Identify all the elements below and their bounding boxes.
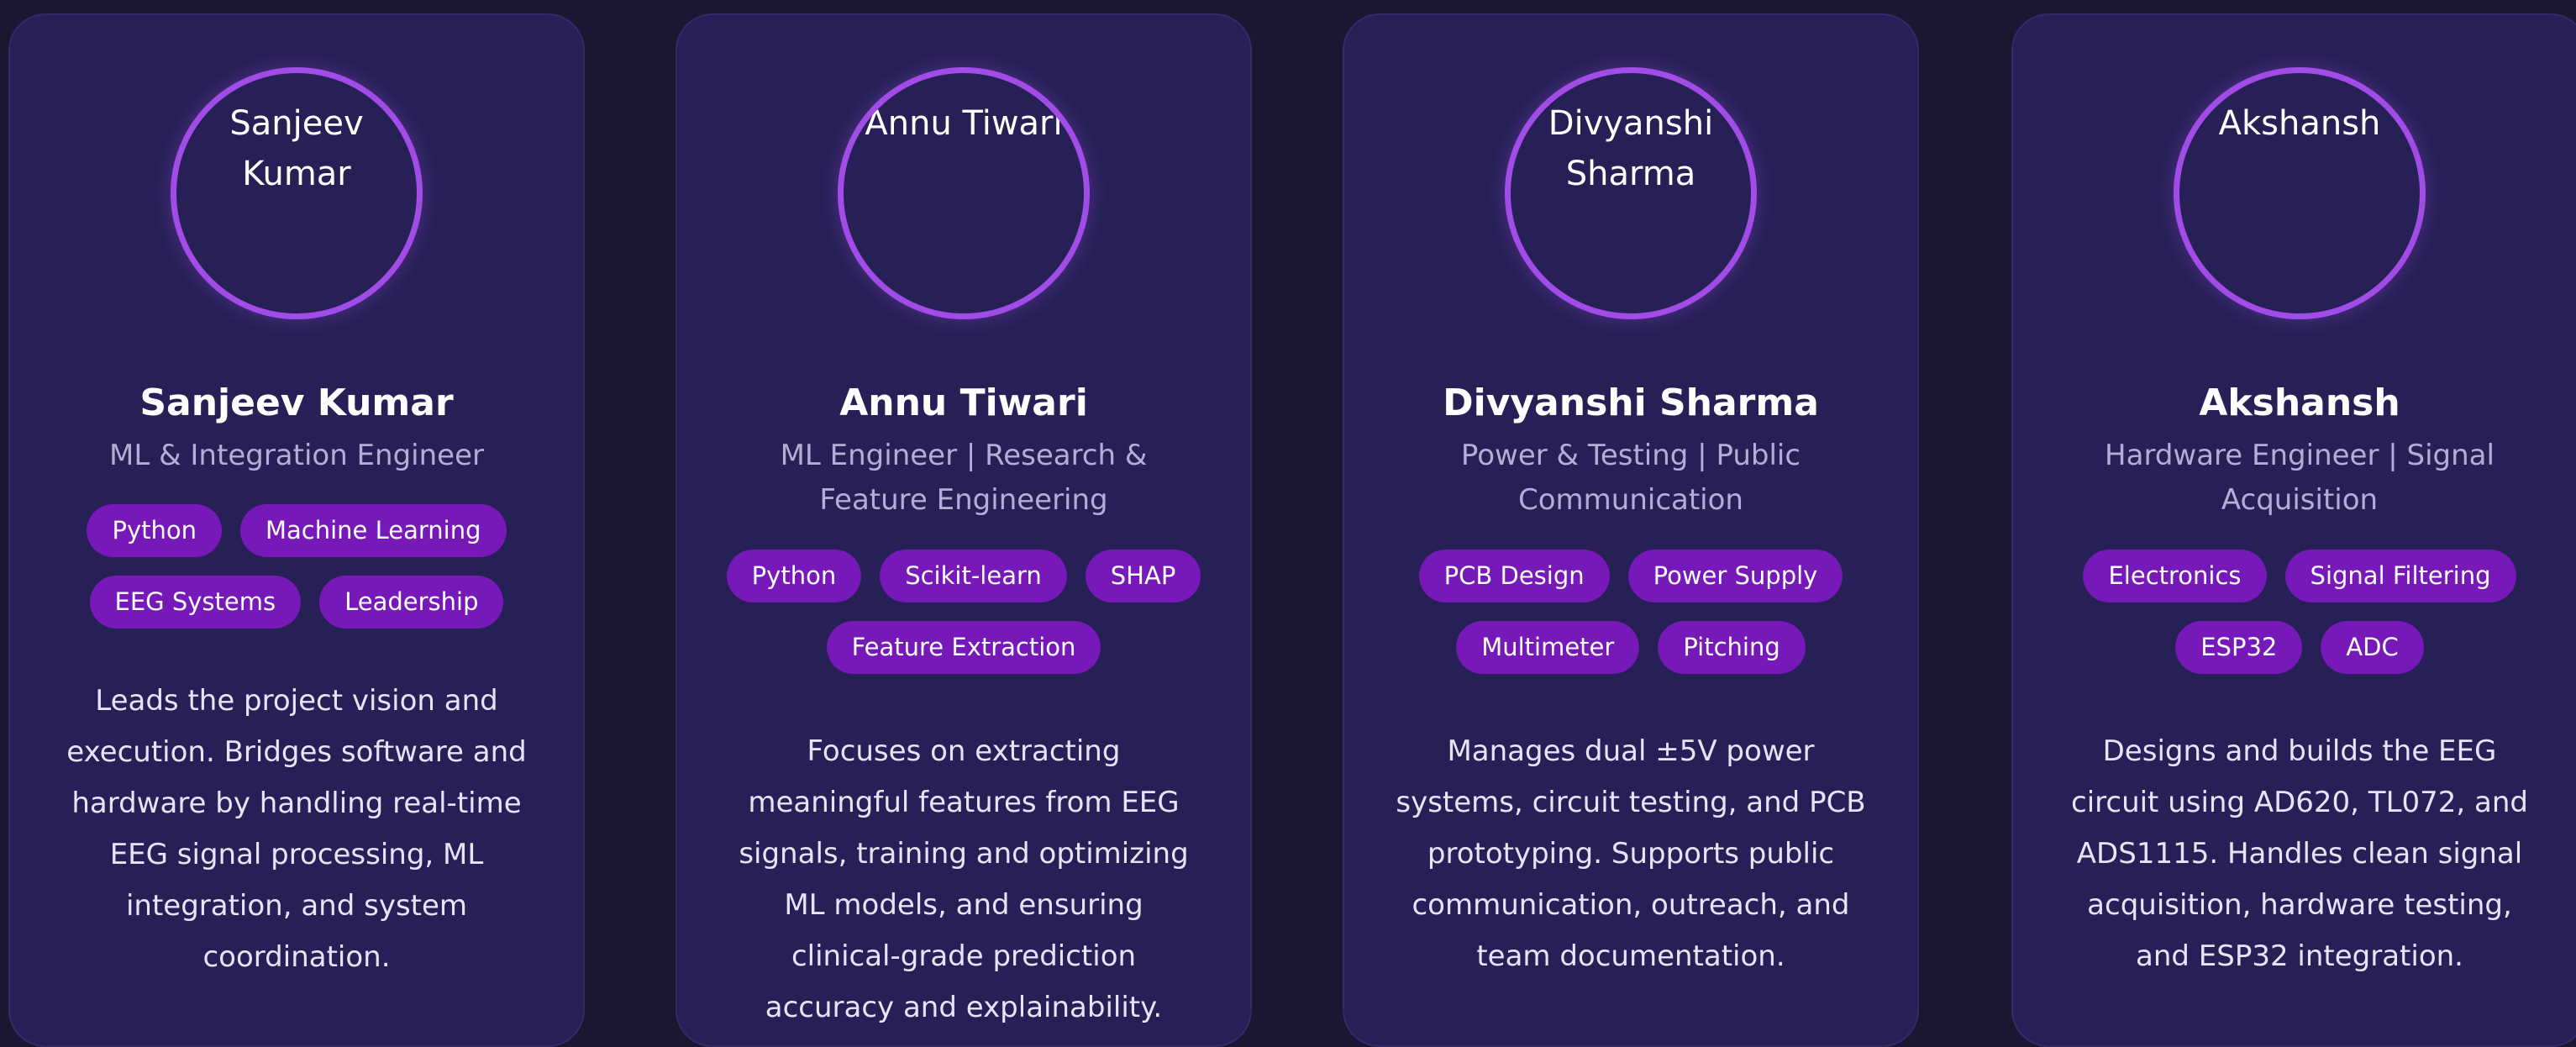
skill-tag: Leadership	[319, 576, 504, 629]
skill-tag: Python	[726, 550, 862, 602]
skill-list: Python Machine Learning EEG Systems Lead…	[35, 504, 558, 629]
avatar-alt-text: Divyanshi Sharma	[1548, 104, 1714, 193]
skill-tag: Machine Learning	[240, 504, 507, 557]
skill-list: PCB Design Power Supply Multimeter Pitch…	[1369, 550, 1892, 674]
avatar: Divyanshi Sharma	[1505, 67, 1757, 319]
skill-tag: Scikit-learn	[880, 550, 1067, 602]
avatar-alt-text: Annu Tiwari	[865, 104, 1063, 143]
skill-tag: Signal Filtering	[2284, 550, 2516, 602]
avatar: Annu Tiwari	[838, 67, 1090, 319]
member-name: Akshansh	[2199, 381, 2400, 424]
member-role: ML Engineer | Research & Feature Enginee…	[780, 439, 1148, 517]
skill-tag: ADC	[2321, 621, 2424, 674]
team-grid: Sanjeev Kumar Sanjeev Kumar ML & Integra…	[0, 0, 2576, 1047]
skill-tag: EEG Systems	[89, 576, 302, 629]
member-bio: Manages dual ±5V power systems, circuit …	[1396, 734, 1866, 973]
member-bio: Focuses on extracting meaningful feature…	[739, 734, 1189, 1024]
member-name: Annu Tiwari	[839, 381, 1088, 424]
member-bio: Designs and builds the EEG circuit using…	[2071, 734, 2528, 973]
member-name: Divyanshi Sharma	[1443, 381, 1819, 424]
member-bio: Leads the project vision and execution. …	[66, 684, 527, 974]
team-card-sanjeev-kumar: Sanjeev Kumar Sanjeev Kumar ML & Integra…	[8, 13, 585, 1047]
skill-tag: Python	[87, 504, 222, 557]
avatar-alt-text: Sanjeev Kumar	[229, 104, 364, 193]
skill-tag: Pitching	[1658, 621, 1806, 674]
skill-tag: Power Supply	[1627, 550, 1843, 602]
member-role: Power & Testing | Public Communication	[1460, 439, 1801, 517]
skill-tag: Electronics	[2083, 550, 2267, 602]
team-card-divyanshi-sharma: Divyanshi Sharma Divyanshi Sharma Power …	[1343, 13, 1919, 1047]
member-role: Hardware Engineer | Signal Acquisition	[2105, 439, 2495, 517]
skill-tag: ESP32	[2175, 621, 2303, 674]
team-card-annu-tiwari: Annu Tiwari Annu Tiwari ML Engineer | Re…	[676, 13, 1252, 1047]
skill-tag: Multimeter	[1456, 621, 1640, 674]
skill-tag: Feature Extraction	[826, 621, 1101, 674]
avatar-alt-text: Akshansh	[2218, 104, 2381, 143]
member-role: ML & Integration Engineer	[109, 439, 484, 472]
avatar: Sanjeev Kumar	[171, 67, 423, 319]
skill-tag: PCB Design	[1418, 550, 1610, 602]
team-card-akshansh: Akshansh Akshansh Hardware Engineer | Si…	[2011, 13, 2576, 1047]
skill-list: Python Scikit-learn SHAP Feature Extract…	[702, 550, 1225, 674]
member-name: Sanjeev Kumar	[139, 381, 454, 424]
skill-list: Electronics Signal Filtering ESP32 ADC	[2038, 550, 2561, 674]
avatar: Akshansh	[2174, 67, 2426, 319]
skill-tag: SHAP	[1085, 550, 1201, 602]
